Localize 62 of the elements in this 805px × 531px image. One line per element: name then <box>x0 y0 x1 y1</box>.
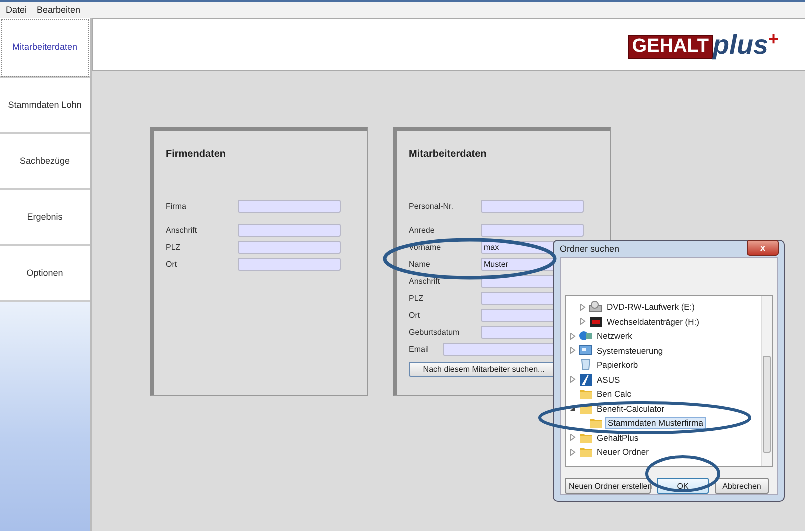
tree-item[interactable]: Netzwerk <box>595 331 634 342</box>
expand-icon[interactable] <box>580 304 586 311</box>
field-label: Anrede <box>409 226 436 234</box>
folder-icon <box>579 388 593 400</box>
panel-title: Firmendaten <box>166 149 228 162</box>
expand-icon[interactable] <box>570 376 576 384</box>
recycle-bin-icon <box>579 359 593 372</box>
scrollbar[interactable] <box>761 296 772 466</box>
tree-item[interactable]: Stammdaten Musterfirma <box>605 417 706 430</box>
field-label: Firma <box>166 202 188 210</box>
menu-item[interactable]: Bearbeiten <box>37 5 81 15</box>
control-panel-icon <box>579 344 593 357</box>
dialog-button[interactable]: Neuen Ordner erstellen <box>565 478 651 494</box>
tree-item[interactable]: Systemsteuerung <box>595 346 666 356</box>
input-field[interactable] <box>238 224 341 236</box>
sidebar-item[interactable]: Optionen <box>0 246 90 302</box>
logo-mark: + <box>768 30 779 46</box>
tree-item[interactable]: DVD-RW-Laufwerk (E:) <box>605 302 698 312</box>
tree-item[interactable]: Wechseldatenträger (H:) <box>605 316 702 327</box>
expand-icon[interactable] <box>570 347 576 354</box>
sidebar-item[interactable]: Ergebnis <box>0 190 90 246</box>
input-field[interactable] <box>481 224 584 236</box>
dialog-button[interactable]: Abbrechen <box>715 478 769 494</box>
collapse-icon[interactable] <box>570 406 576 412</box>
input-field[interactable] <box>238 258 341 270</box>
app-icon <box>579 374 593 386</box>
tree-item[interactable]: Benefit-Calculator <box>595 404 667 414</box>
field-label: Ort <box>409 310 422 320</box>
field-label: Name <box>409 260 432 268</box>
menu-item[interactable]: Datei <box>6 5 28 15</box>
tree-item[interactable]: Neuer Ordner <box>595 447 651 458</box>
field-label: Anschrift <box>409 276 442 286</box>
panel-title: Mitarbeiterdaten <box>409 149 488 162</box>
drive-icon <box>589 301 603 314</box>
tree-item[interactable]: ASUS <box>595 374 622 385</box>
field-label: Email <box>409 344 430 354</box>
folder-icon <box>589 417 603 430</box>
sidebar-item[interactable]: Stammdaten Lohn <box>0 78 90 134</box>
input-field[interactable] <box>238 200 341 212</box>
tree-item[interactable]: GehaltPlus <box>595 432 641 443</box>
tree-item[interactable]: Ben Calc <box>595 389 634 400</box>
expand-icon[interactable] <box>570 332 576 340</box>
input-field[interactable] <box>481 200 584 212</box>
logo-box: GEHALT <box>628 34 713 58</box>
field-label: Geburtsdatum <box>409 328 461 336</box>
network-icon <box>579 330 593 342</box>
field-label: PLZ <box>166 242 182 252</box>
expand-icon[interactable] <box>580 318 586 326</box>
sidebar-item[interactable]: Mitarbeiterdaten <box>0 18 90 78</box>
folder-icon <box>579 432 593 444</box>
folder-icon <box>579 446 593 458</box>
field-label: Anschrift <box>166 226 198 234</box>
tree-item[interactable]: Papierkorb <box>595 360 640 370</box>
field-label: Ort <box>166 260 178 268</box>
close-button[interactable]: x <box>747 240 779 256</box>
expand-icon[interactable] <box>570 448 576 456</box>
field-label: PLZ <box>409 294 425 302</box>
field-label: Personal-Nr. <box>409 202 454 210</box>
input-field[interactable] <box>238 240 341 254</box>
expand-icon[interactable] <box>570 434 576 442</box>
sidebar-item[interactable]: Sachbezüge <box>0 134 90 190</box>
drive-icon <box>589 316 603 328</box>
